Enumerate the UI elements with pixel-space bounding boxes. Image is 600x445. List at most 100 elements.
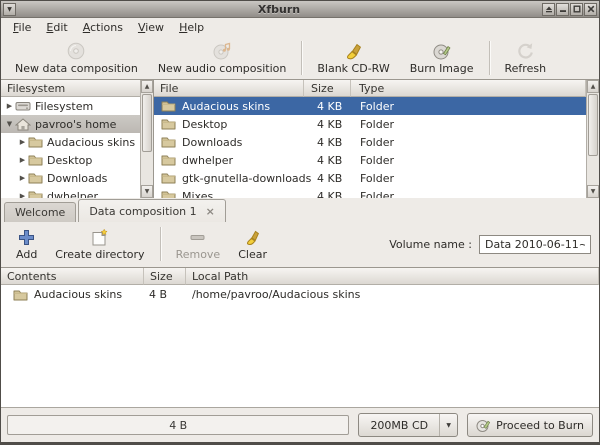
file-row-mixes[interactable]: Mixes 4 KB Folder — [154, 187, 586, 198]
dropdown-arrow-icon[interactable]: ▼ — [439, 414, 457, 436]
file-list-scrollbar[interactable]: ▲ ▼ — [586, 80, 599, 198]
close-icon — [587, 5, 595, 13]
add-icon — [17, 227, 36, 247]
blank-cdrw-button[interactable]: Blank CD-RW — [307, 39, 399, 76]
filesystem-pane: Filesystem ▶ Filesystem ▼ pavroo's home … — [1, 80, 154, 198]
expander-collapsed-icon[interactable]: ▶ — [17, 174, 28, 182]
burn-disc-icon — [476, 418, 491, 433]
data-disc-icon — [66, 40, 86, 61]
maximize-button[interactable] — [570, 3, 583, 16]
statusbar: 4 B 200MB CD ▼ Proceed to Burn — [1, 407, 599, 442]
menu-actions[interactable]: Actions — [76, 20, 131, 35]
file-row-audacious-skins[interactable]: Audacious skins 4 KB Folder — [154, 97, 586, 115]
window-menu-button[interactable]: ▼ — [3, 3, 16, 16]
column-header-size[interactable]: Size — [144, 268, 186, 285]
tab-welcome[interactable]: Welcome — [4, 202, 76, 222]
column-header-size[interactable]: Size — [304, 80, 351, 97]
titlebar[interactable]: ▼ Xfburn — [1, 1, 599, 18]
xfburn-window: ▼ Xfburn File Edit Actions View Help New… — [0, 0, 600, 445]
filesystem-tree: ▶ Filesystem ▼ pavroo's home ▶ Audacious… — [1, 97, 141, 198]
window-menu-icon: ▼ — [7, 6, 12, 13]
column-header-file[interactable]: File — [154, 80, 304, 97]
new-data-composition-button[interactable]: New data composition — [5, 39, 148, 76]
expander-collapsed-icon[interactable]: ▶ — [17, 138, 28, 146]
column-header-contents[interactable]: Contents — [1, 268, 144, 285]
folder-icon — [161, 136, 176, 148]
file-row-desktop[interactable]: Desktop 4 KB Folder — [154, 115, 586, 133]
file-row-dwhelper[interactable]: dwhelper 4 KB Folder — [154, 151, 586, 169]
burn-image-icon — [432, 40, 452, 61]
refresh-icon — [515, 40, 535, 61]
scroll-down-icon[interactable]: ▼ — [587, 185, 599, 198]
file-row-gtk-gnutella-downloads[interactable]: gtk-gnutella-downloads 4 KB Folder — [154, 169, 586, 187]
filesystem-column-header[interactable]: Filesystem — [1, 80, 141, 97]
toolbar-separator — [301, 41, 302, 75]
column-header-type[interactable]: Type — [351, 80, 586, 97]
toolbar-separator — [489, 41, 490, 75]
refresh-button[interactable]: Refresh — [495, 39, 557, 76]
folder-icon — [161, 118, 176, 130]
window-controls — [542, 3, 597, 16]
clear-button[interactable]: Clear — [229, 226, 276, 262]
tab-data-composition-1[interactable]: Data composition 1 × — [78, 199, 226, 222]
scrollbar-thumb[interactable] — [142, 94, 152, 152]
folder-icon — [161, 172, 176, 184]
tree-row-desktop[interactable]: ▶ Desktop — [1, 151, 141, 169]
remove-button[interactable]: Remove — [167, 226, 230, 262]
composition-contents: Contents Size Local Path Audacious skins… — [1, 267, 599, 407]
scroll-up-icon[interactable]: ▲ — [141, 80, 153, 93]
maximize-icon — [573, 5, 581, 13]
contents-header: Contents Size Local Path — [1, 268, 599, 285]
tree-row-audacious-skins[interactable]: ▶ Audacious skins — [1, 133, 141, 151]
file-row-downloads[interactable]: Downloads 4 KB Folder — [154, 133, 586, 151]
disc-size-dropdown[interactable]: 200MB CD ▼ — [358, 413, 458, 437]
expander-collapsed-icon[interactable]: ▶ — [17, 156, 28, 164]
create-directory-button[interactable]: Create directory — [46, 226, 153, 262]
tab-close-icon[interactable]: × — [206, 205, 215, 218]
tree-row-home[interactable]: ▼ pavroo's home — [1, 115, 141, 133]
folder-icon — [13, 289, 28, 301]
composition-toolbar: Add Create directory Remove Clear Volume… — [1, 222, 599, 267]
minimize-button[interactable] — [556, 3, 569, 16]
clear-brush-icon — [243, 227, 263, 247]
volume-name-label: Volume name : — [389, 238, 472, 251]
burn-image-button[interactable]: Burn Image — [400, 39, 484, 76]
volume-name-input[interactable] — [479, 235, 591, 254]
tree-row-filesystem[interactable]: ▶ Filesystem — [1, 97, 141, 115]
close-button[interactable] — [584, 3, 597, 16]
drive-icon — [15, 100, 31, 112]
folder-icon — [161, 190, 176, 198]
menu-edit[interactable]: Edit — [39, 20, 75, 35]
proceed-to-burn-button[interactable]: Proceed to Burn — [467, 413, 593, 437]
menu-file[interactable]: File — [6, 20, 39, 35]
file-list-pane: File Size Type Audacious skins 4 KB Fold… — [154, 80, 599, 198]
tree-row-downloads[interactable]: ▶ Downloads — [1, 169, 141, 187]
menubar: File Edit Actions View Help — [1, 19, 599, 36]
contents-row-audacious-skins[interactable]: Audacious skins 4 B /home/pavroo/Audacio… — [1, 285, 599, 304]
add-button[interactable]: Add — [7, 226, 46, 262]
new-audio-composition-button[interactable]: New audio composition — [148, 39, 297, 76]
tree-row-dwhelper[interactable]: ▶ dwhelper — [1, 187, 141, 198]
column-header-local-path[interactable]: Local Path — [186, 268, 599, 285]
menu-help[interactable]: Help — [172, 20, 212, 35]
scrollbar-thumb[interactable] — [588, 94, 598, 156]
new-directory-icon — [90, 227, 110, 247]
folder-icon — [161, 154, 176, 166]
shade-icon — [545, 5, 553, 13]
volume-name-group: Volume name : — [389, 226, 599, 254]
expander-expanded-icon[interactable]: ▼ — [4, 120, 15, 128]
expander-collapsed-icon[interactable]: ▶ — [4, 102, 15, 110]
remove-icon — [188, 227, 207, 247]
window-title: Xfburn — [16, 3, 542, 16]
folder-icon — [28, 154, 43, 166]
blank-brush-icon — [344, 40, 364, 61]
menu-view[interactable]: View — [131, 20, 172, 35]
tree-scrollbar[interactable]: ▲ ▼ — [140, 80, 153, 198]
scroll-up-icon[interactable]: ▲ — [587, 80, 599, 93]
scroll-down-icon[interactable]: ▼ — [141, 185, 153, 198]
file-list: Audacious skins 4 KB Folder Desktop 4 KB… — [154, 97, 586, 198]
home-icon — [15, 118, 31, 131]
shade-button[interactable] — [542, 3, 555, 16]
notebook-tabs: Welcome Data composition 1 × — [1, 198, 599, 222]
folder-icon — [28, 136, 43, 148]
